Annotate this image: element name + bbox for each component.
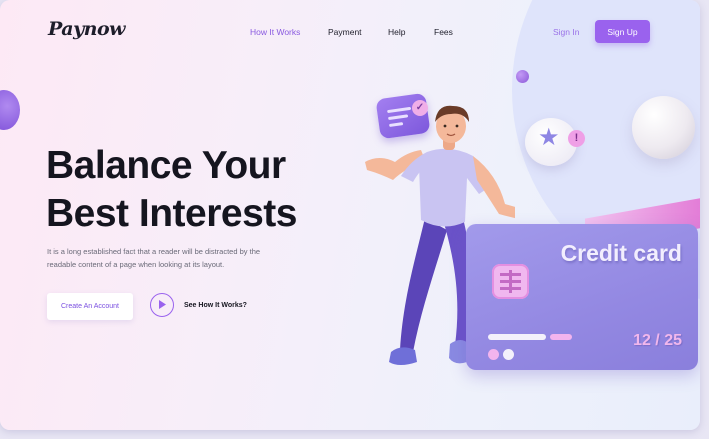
see-how-it-works-link[interactable]: See How It Works? xyxy=(184,302,247,309)
nav-payment[interactable]: Payment xyxy=(328,27,362,37)
card-number-bar-accent xyxy=(550,334,572,340)
decorative-dot xyxy=(516,70,529,83)
decorative-blob xyxy=(0,90,20,130)
card-chip-icon xyxy=(492,264,529,299)
decorative-sphere xyxy=(632,96,695,159)
play-icon xyxy=(159,300,166,309)
star-icon: ★ xyxy=(538,124,560,151)
credit-card: Credit card 12 / 25 xyxy=(466,224,698,370)
headline-line-1: Balance Your xyxy=(46,144,286,187)
nav-help[interactable]: Help xyxy=(388,27,405,37)
card-dot xyxy=(488,349,499,360)
card-title: Credit card xyxy=(560,240,682,266)
hero-description: It is a long established fact that a rea… xyxy=(47,247,261,269)
play-button[interactable] xyxy=(150,293,174,317)
headline-line-2: Best Interests xyxy=(46,192,297,235)
card-number-bar xyxy=(488,334,546,340)
card-dot xyxy=(503,349,514,360)
brand-logo[interactable]: Paynow xyxy=(48,18,125,40)
exclamation-icon: ! xyxy=(568,130,585,147)
card-expiry: 12 / 25 xyxy=(633,332,682,349)
landing-page: Paynow How It Works Payment Help Fees Si… xyxy=(0,0,700,430)
sign-up-button[interactable]: Sign Up xyxy=(595,20,650,43)
create-account-button[interactable]: Create An Account xyxy=(47,293,133,320)
sign-in-link[interactable]: Sign In xyxy=(553,27,579,37)
nav-fees[interactable]: Fees xyxy=(434,27,453,37)
nav-how-it-works[interactable]: How It Works xyxy=(250,27,300,37)
hero-headline: Balance Your Best Interests xyxy=(46,142,297,238)
